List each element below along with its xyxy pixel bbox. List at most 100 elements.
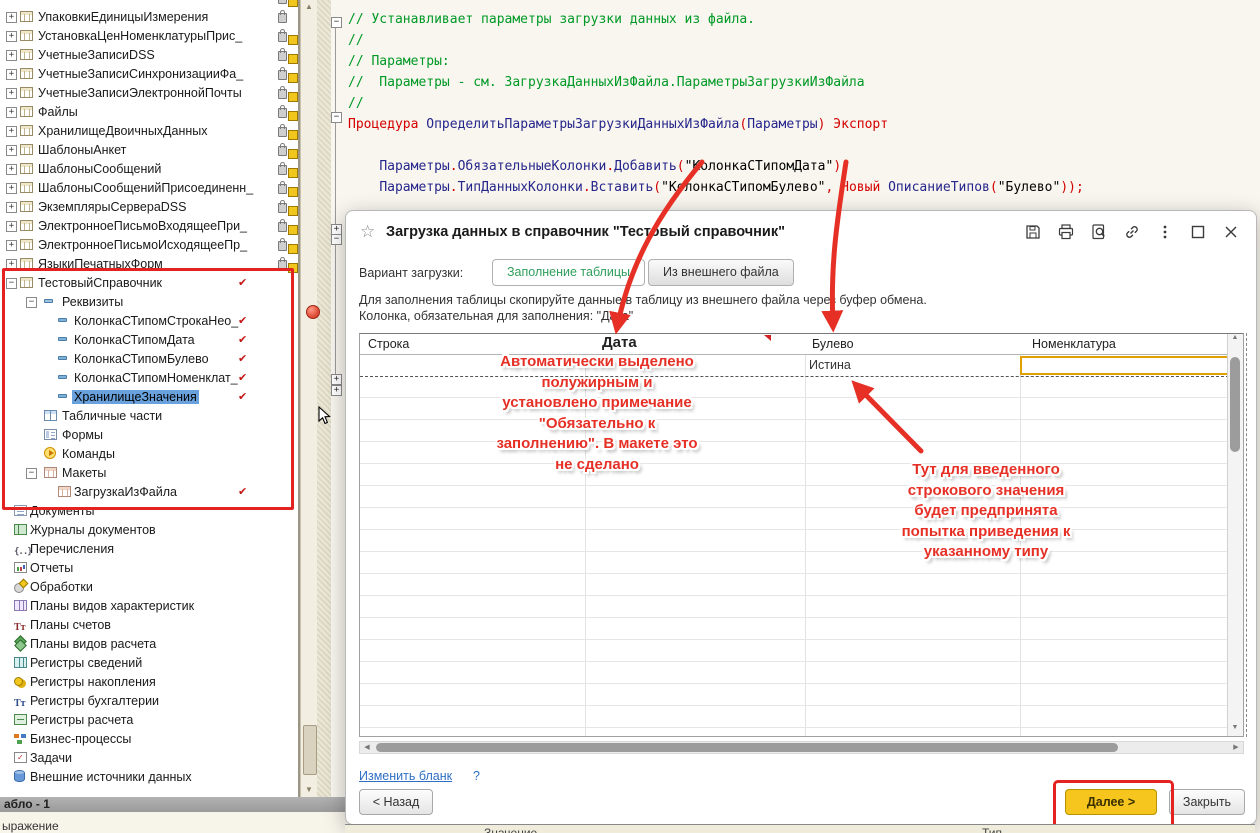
column-header-stroka[interactable]: Строка [368, 337, 409, 351]
expander-icon[interactable] [6, 145, 17, 156]
scrollbar-thumb[interactable] [376, 743, 1118, 752]
expander-icon[interactable] [6, 221, 17, 232]
save-icon[interactable] [1024, 223, 1042, 241]
column-header-nomenklatura[interactable]: Номенклатура [1032, 337, 1116, 351]
next-button[interactable]: Далее > [1065, 789, 1157, 815]
expander-icon[interactable] [6, 240, 17, 251]
favorite-star-icon[interactable]: ☆ [360, 222, 375, 242]
scroll-up-icon[interactable]: ▲ [1228, 334, 1242, 346]
expander-icon[interactable] [6, 278, 17, 289]
scrollbar-thumb[interactable] [1230, 357, 1240, 452]
expander-icon[interactable] [26, 468, 37, 479]
grid-horizontal-scrollbar[interactable]: ◀ ▶ [359, 741, 1244, 754]
preview-icon[interactable] [1090, 223, 1108, 241]
fold-collapse-icon[interactable] [331, 112, 342, 123]
tree-item[interactable]: УчетныеЗаписиСинхронизацииФа_ [0, 64, 298, 83]
fold-expand-icon[interactable] [331, 385, 342, 396]
tree-item[interactable]: Отчеты [0, 558, 298, 577]
tree-item[interactable]: Бизнес-процессы [0, 729, 298, 748]
scrollbar-thumb[interactable] [303, 725, 317, 775]
tree-item[interactable]: ШаблоныСообщенийПрисоединенн_ [0, 178, 298, 197]
tree-item[interactable]: ШаблоныСообщений [0, 159, 298, 178]
scroll-down-icon[interactable]: ▼ [302, 783, 316, 797]
tree-item[interactable]: Файлы [0, 102, 298, 121]
tree-item[interactable]: УчетныеЗаписиDSS [0, 45, 298, 64]
link-icon[interactable] [1123, 223, 1141, 241]
tree-item[interactable]: УпаковкиЕдиницыИзмерения [0, 7, 298, 26]
tree-item[interactable]: УстановкаЦенНоменклатурыПрис_ [0, 26, 298, 45]
close-button[interactable]: Закрыть [1169, 789, 1245, 815]
fold-expand-icon[interactable] [331, 374, 342, 385]
tablo-panel-header[interactable]: абло - 1 [0, 797, 345, 812]
tree-item[interactable]: Формы [0, 425, 298, 444]
close-icon[interactable] [1222, 223, 1240, 241]
print-icon[interactable] [1057, 223, 1075, 241]
expander-icon[interactable] [6, 259, 17, 270]
expander-icon[interactable] [6, 183, 17, 194]
tree-item[interactable]: Задачи [0, 748, 298, 767]
tree-item[interactable]: ЯзыкиПечатныхФорм [0, 254, 298, 273]
edit-form-link[interactable]: Изменить бланк [359, 769, 452, 783]
scroll-right-icon[interactable]: ▶ [1230, 742, 1242, 753]
tree-item[interactable]: Планы видов расчета [0, 634, 298, 653]
expander-icon[interactable] [6, 12, 17, 23]
expander-icon[interactable] [6, 126, 17, 137]
tree-item[interactable]: Регистры накопления [0, 672, 298, 691]
tree-item[interactable]: Планы видов характеристик [0, 596, 298, 615]
tree-item[interactable]: Журналы документов [0, 520, 298, 539]
expander-icon[interactable] [6, 31, 17, 42]
fold-collapse-icon[interactable] [331, 17, 342, 28]
tree-item[interactable]: Документы [0, 501, 298, 520]
tree-item[interactable]: Внешние источники данных [0, 767, 298, 786]
expander-icon[interactable] [6, 202, 17, 213]
grid-vertical-scrollbar[interactable]: ▲ ▼ [1227, 334, 1243, 736]
tree-item[interactable]: ХранилищеДвоичныхДанных [0, 121, 298, 140]
more-menu-icon[interactable] [1156, 223, 1174, 241]
tree-item[interactable]: Регистры сведений [0, 653, 298, 672]
scroll-up-icon[interactable]: ▲ [302, 0, 316, 14]
tree-item[interactable]: ЭкземплярыСервераDSS [0, 197, 298, 216]
tree-item[interactable]: ЭлектронноеПисьмоВходящееПри_ [0, 216, 298, 235]
fold-collapse-icon[interactable] [331, 234, 342, 245]
tree-item[interactable]: Команды [0, 444, 298, 463]
help-link[interactable]: ? [473, 769, 480, 783]
expander-icon[interactable] [6, 164, 17, 175]
tree-scrollbar[interactable]: ▲ ▼ [300, 0, 317, 797]
tree-item[interactable]: КолонкаСТипомБулево [0, 349, 298, 368]
tree-item[interactable] [0, 0, 298, 7]
expander-icon[interactable] [6, 69, 17, 80]
tree-item[interactable]: КолонкаСТипомСтрокаНео_ [0, 311, 298, 330]
tree-item[interactable]: Обработки [0, 577, 298, 596]
tree-item[interactable]: ТестовыйСправочник [0, 273, 298, 292]
tree-item[interactable]: Табличные части [0, 406, 298, 425]
expander-icon[interactable] [6, 107, 17, 118]
tree-item[interactable]: Макеты [0, 463, 298, 482]
tree-item[interactable]: ЭлектронноеПисьмоИсходящееПр_ [0, 235, 298, 254]
tree-item[interactable]: Реквизиты [0, 292, 298, 311]
tree-item[interactable]: ШаблоныАнкет [0, 140, 298, 159]
expander-icon[interactable] [6, 50, 17, 61]
back-button[interactable]: < Назад [359, 789, 433, 815]
breakpoint-icon[interactable] [306, 305, 320, 319]
scroll-down-icon[interactable]: ▼ [1228, 724, 1242, 736]
tree-item[interactable]: Регистры расчета [0, 710, 298, 729]
tree-item[interactable]: Перечисления [0, 539, 298, 558]
tree-item[interactable]: Планы счетов [0, 615, 298, 634]
focused-cell[interactable] [1020, 356, 1240, 375]
tab-fill-table[interactable]: Заполнение таблицы [492, 259, 645, 286]
data-grid[interactable]: Строка Дата Булево Номенклатура Истина ▲… [359, 333, 1244, 737]
tree-item[interactable]: КолонкаСТипомНоменклат_ [0, 368, 298, 387]
cell-bulevo-value[interactable]: Истина [809, 358, 851, 372]
column-header-data[interactable]: Дата [602, 334, 637, 351]
maximize-icon[interactable] [1189, 223, 1207, 241]
scroll-left-icon[interactable]: ◀ [361, 742, 373, 753]
tree-item[interactable]: КолонкаСТипомДата [0, 330, 298, 349]
tree-item[interactable]: УчетныеЗаписиЭлектроннойПочты [0, 83, 298, 102]
expander-icon[interactable] [6, 88, 17, 99]
panel-splitter[interactable] [317, 0, 331, 797]
tree-item[interactable]: ЗагрузкаИзФайла [0, 482, 298, 501]
tab-external-file[interactable]: Из внешнего файла [648, 259, 794, 286]
column-header-bulevo[interactable]: Булево [812, 337, 854, 351]
tree-item[interactable]: Регистры бухгалтерии [0, 691, 298, 710]
tree-item[interactable]: ХранилищеЗначения [0, 387, 298, 406]
